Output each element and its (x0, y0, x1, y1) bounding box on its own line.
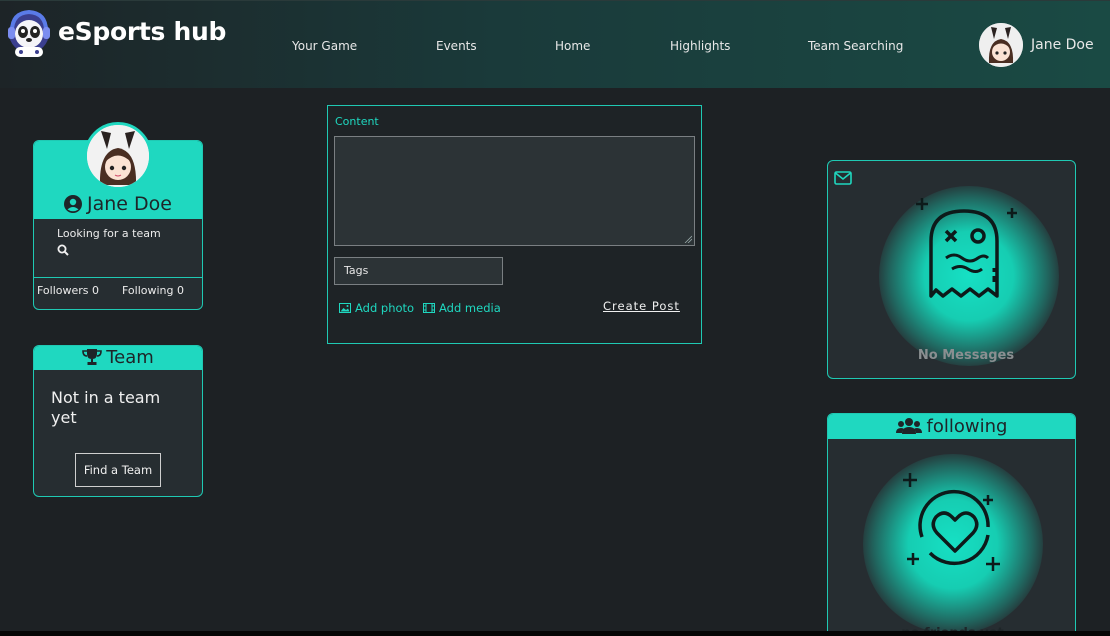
envelope-icon[interactable] (834, 171, 852, 185)
nav-your-game[interactable]: Your Game (292, 39, 357, 53)
team-card: Team Not in a team yet Find a Team (33, 345, 203, 497)
header-avatar[interactable] (979, 23, 1023, 67)
add-photo-label: Add photo (355, 301, 415, 315)
search-icon[interactable] (57, 244, 69, 256)
user-circle-icon (64, 195, 83, 213)
no-messages-text: No Messages (917, 348, 1015, 363)
followers-count[interactable]: Followers 0 (37, 284, 99, 297)
panda-gamer-logo-icon[interactable] (6, 7, 52, 61)
add-media-button[interactable]: Add media (423, 301, 501, 315)
following-count[interactable]: Following 0 (122, 284, 184, 297)
film-icon (423, 303, 435, 313)
profile-name-text: Jane Doe (87, 193, 172, 215)
trophy-icon (82, 349, 103, 365)
profile-avatar[interactable] (84, 122, 152, 190)
following-card: following no friends yet (827, 413, 1076, 636)
find-team-button[interactable]: Find a Team (75, 453, 161, 487)
profile-card: Jane Doe Looking for a team Followers 0 … (33, 122, 203, 310)
team-status: Not in a team yet (51, 388, 161, 427)
content-label: Content (335, 115, 379, 128)
add-photo-button[interactable]: Add photo (339, 301, 414, 315)
nav-team-searching[interactable]: Team Searching (808, 39, 903, 53)
team-title: Team (106, 347, 154, 368)
resize-handle-icon[interactable] (684, 235, 692, 243)
nav-events[interactable]: Events (436, 39, 477, 53)
add-media-label: Add media (439, 301, 501, 315)
top-navbar: eSports hub Your Game Events Home Highli… (0, 0, 1110, 88)
bottom-edge (0, 631, 1110, 636)
following-card-header: following (828, 414, 1075, 439)
user-avatar-icon (87, 125, 149, 187)
brand-title[interactable]: eSports hub (58, 17, 226, 46)
nav-home[interactable]: Home (555, 39, 590, 53)
sad-ghost-icon (916, 198, 1017, 298)
create-post-button[interactable]: Create Post (603, 299, 680, 313)
profile-name: Jane Doe (34, 193, 202, 215)
nav-highlights[interactable]: Highlights (670, 39, 730, 53)
image-icon (339, 303, 351, 313)
messages-card: No Messages (827, 160, 1076, 379)
create-post-card: Content Tags Add photo Add media Create … (327, 105, 702, 344)
heart-emoji-icon (903, 473, 1000, 571)
header-user-name[interactable]: Jane Doe (1031, 37, 1094, 53)
post-content-textarea[interactable] (334, 136, 695, 246)
header-user-menu[interactable]: Jane Doe (979, 23, 1094, 67)
following-title: following (926, 416, 1008, 437)
divider (34, 277, 202, 278)
tags-input[interactable]: Tags (334, 257, 503, 285)
users-icon (895, 418, 922, 434)
user-avatar-icon (979, 23, 1023, 67)
profile-status: Looking for a team (57, 227, 161, 240)
team-card-header: Team (34, 346, 202, 370)
